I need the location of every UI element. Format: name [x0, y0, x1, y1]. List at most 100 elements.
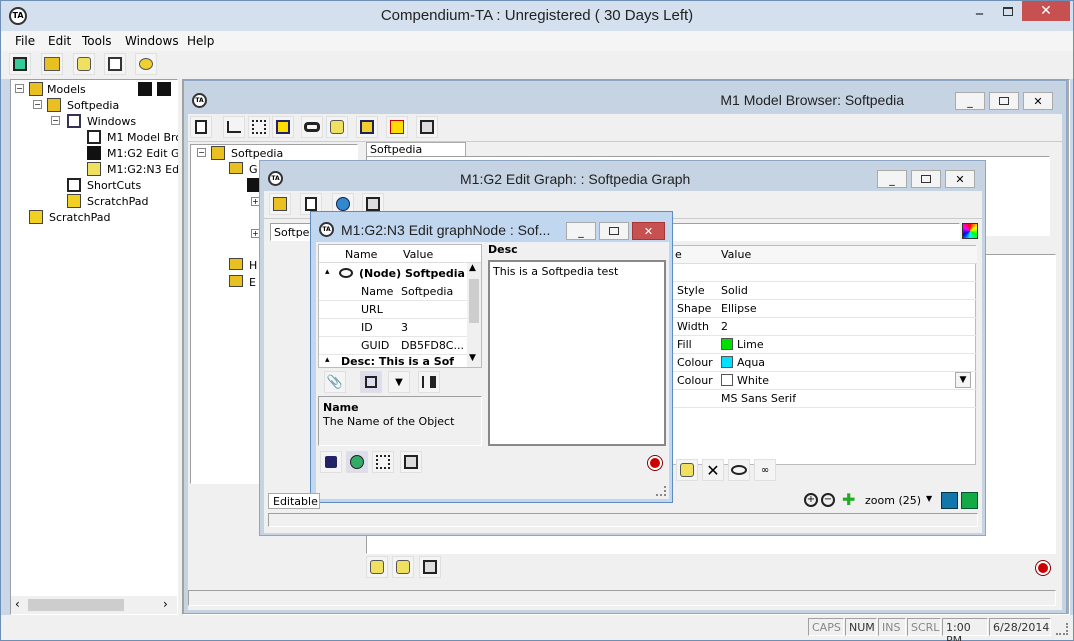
menu-windows[interactable]: Windows [125, 34, 179, 48]
node-tool-2[interactable] [346, 451, 368, 473]
node-tool-1[interactable] [320, 451, 342, 473]
scroll-thumb[interactable] [469, 279, 479, 323]
browser-minimize-button[interactable]: _ [955, 92, 985, 110]
scroll-down-icon[interactable]: ▼ [469, 353, 476, 363]
link-tool-button[interactable]: ∞ [754, 459, 776, 481]
prop-row[interactable]: Colour Aqua [671, 354, 977, 372]
maximize-button[interactable] [994, 1, 1021, 21]
node-tool-button[interactable] [728, 459, 750, 481]
graph-tool-1[interactable] [269, 193, 291, 215]
group-row[interactable]: ▴ (Node) Softpedia [319, 265, 467, 283]
stop-icon[interactable] [648, 456, 662, 470]
window-resize-grip-icon[interactable] [1056, 623, 1068, 635]
grid-icon[interactable] [961, 492, 978, 509]
node-close-button[interactable]: ✕ [632, 222, 665, 240]
menu-tools[interactable]: Tools [82, 34, 112, 48]
node-minimize-button[interactable]: _ [566, 222, 596, 240]
browser-tree-h[interactable]: H [249, 259, 257, 272]
browser-close-button[interactable]: ✕ [1023, 92, 1053, 110]
node-prop-row[interactable]: Name Softpedia [319, 283, 467, 301]
node-prop-row[interactable]: ID 3 [319, 319, 467, 337]
model-browser-button[interactable] [9, 53, 31, 75]
delete-button[interactable]: ✕ [702, 459, 724, 481]
expand-toggle[interactable]: − [197, 148, 206, 157]
browser-tool-4[interactable] [272, 116, 294, 138]
collapse-icon[interactable]: ▴ [325, 267, 330, 277]
scroll-right-icon[interactable]: › [163, 597, 168, 611]
bottom-tool-2[interactable] [392, 556, 414, 578]
zoom-dropdown-icon[interactable]: ▼ [926, 494, 932, 503]
models-button[interactable] [41, 53, 63, 75]
prop-row[interactable]: MS Sans Serif [671, 390, 977, 408]
dropdown-icon[interactable]: ▼ [955, 372, 971, 388]
editable-tab[interactable]: Editable [268, 493, 320, 509]
prop-row[interactable]: Width 2 [671, 318, 977, 336]
horizontal-scrollbar[interactable]: ‹ › [11, 596, 177, 614]
browser-tool-2[interactable] [223, 116, 245, 138]
expand-toggle[interactable]: − [15, 84, 24, 93]
browser-maximize-button[interactable] [989, 92, 1019, 110]
bottom-tool-3[interactable] [419, 556, 441, 578]
menu-file[interactable]: File [15, 34, 35, 48]
categorize-button[interactable] [360, 371, 382, 393]
close-button[interactable]: ✕ [1022, 1, 1070, 21]
move-button[interactable] [418, 371, 440, 393]
fit-icon[interactable] [941, 492, 958, 509]
tree-item-shortcuts[interactable]: ShortCuts [87, 179, 141, 192]
node-prop-row[interactable]: URL [319, 301, 467, 319]
hand-tool-button[interactable] [676, 459, 698, 481]
node-prop-row[interactable]: GUID DB5FD8C... [319, 337, 467, 355]
desc-group-row[interactable]: ▴ Desc: This is a Sof [319, 355, 467, 369]
tree-item-scratchpad-model[interactable]: ScratchPad [87, 195, 149, 208]
tree-item-windows[interactable]: Windows [87, 115, 136, 128]
scroll-up-icon[interactable]: ▲ [469, 263, 476, 273]
tree-item-scratchpad[interactable]: ScratchPad [49, 211, 111, 224]
menu-edit[interactable]: Edit [48, 34, 71, 48]
expand-toggle[interactable]: − [33, 100, 42, 109]
desc-textarea[interactable]: This is a Softpedia test [488, 260, 666, 446]
graphs-tab[interactable]: Softpedia Graphs [1] [366, 142, 466, 169]
prop-row[interactable]: Style Solid [671, 282, 977, 300]
tree-item-edit-node[interactable]: M1:G2:N3 Ed [107, 163, 179, 176]
database-button[interactable] [135, 53, 157, 75]
browser-tool-1[interactable] [190, 116, 212, 138]
zoom-out-icon[interactable]: − [821, 493, 835, 507]
browser-tool-7[interactable] [356, 116, 378, 138]
minimize-button[interactable]: _ [966, 0, 993, 21]
dropdown-button[interactable]: ▼ [388, 371, 410, 393]
zoom-level[interactable]: zoom (25) [865, 494, 921, 507]
stop-icon[interactable] [1036, 561, 1050, 575]
add-icon[interactable]: ✚ [842, 492, 855, 508]
browser-tree-softpedia[interactable]: Softpedia [231, 147, 283, 160]
browser-tool-9[interactable] [416, 116, 438, 138]
browser-tool-8[interactable] [386, 116, 408, 138]
palette-icon[interactable] [962, 223, 978, 239]
tree-item-edit-graph[interactable]: M1:G2 Edit Gr [107, 147, 184, 160]
prop-row[interactable]: Colour White ▼ [671, 372, 977, 390]
zoom-in-icon[interactable]: + [804, 493, 818, 507]
bottom-tool-1[interactable] [366, 556, 388, 578]
tree-item-model-browser[interactable]: M1 Model Bro [107, 131, 182, 144]
menu-help[interactable]: Help [187, 34, 214, 48]
node-maximize-button[interactable] [599, 222, 629, 240]
scroll-left-icon[interactable]: ‹ [15, 597, 20, 611]
tree-item-models[interactable]: Models [47, 83, 86, 96]
graph-close-button[interactable]: ✕ [945, 170, 975, 188]
node-tool-4[interactable] [400, 451, 422, 473]
collapse-icon[interactable]: ▴ [325, 355, 330, 365]
graph-maximize-button[interactable] [911, 170, 941, 188]
graph-minimize-button[interactable]: _ [877, 170, 907, 188]
prop-row[interactable] [671, 264, 977, 282]
browser-tool-3[interactable] [248, 116, 270, 138]
shortcuts-button[interactable] [73, 53, 95, 75]
attach-button[interactable]: 📎 [324, 371, 346, 393]
browser-tool-6[interactable] [326, 116, 348, 138]
tree-item-softpedia[interactable]: Softpedia [67, 99, 119, 112]
node-tool-3[interactable] [372, 451, 394, 473]
prop-row[interactable]: Shape Ellipse [671, 300, 977, 318]
browser-tree-e[interactable]: E [249, 276, 256, 289]
prop-row[interactable]: Fill Lime [671, 336, 977, 354]
expand-toggle[interactable]: − [51, 116, 60, 125]
resize-grip-icon[interactable] [656, 486, 666, 496]
scroll-thumb[interactable] [28, 599, 124, 611]
